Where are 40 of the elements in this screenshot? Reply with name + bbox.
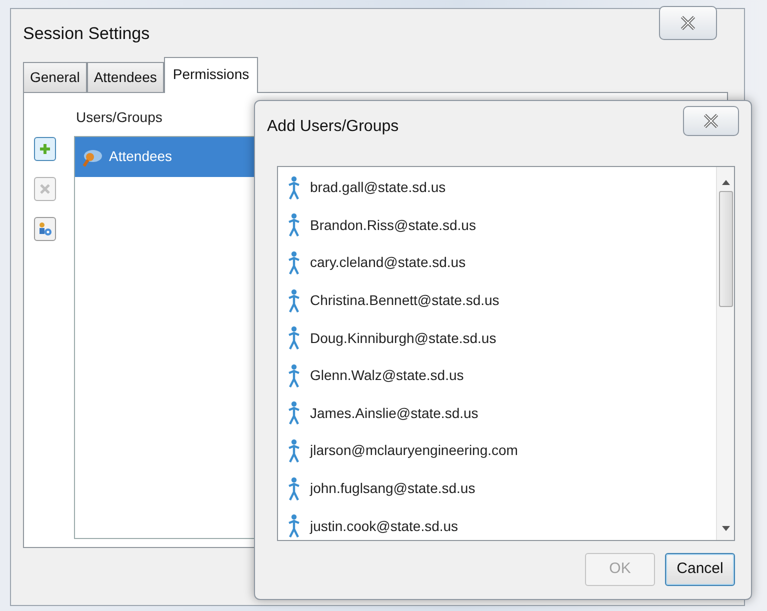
people-gear-icon <box>37 220 53 236</box>
person-icon <box>288 213 300 238</box>
user-item[interactable]: Brandon.Riss@state.sd.us <box>284 206 716 244</box>
properties-button[interactable] <box>34 216 56 240</box>
person-icon <box>288 364 300 388</box>
plus-icon <box>39 142 51 154</box>
window-title: Session Settings <box>23 23 150 45</box>
person-icon <box>288 250 300 275</box>
close-button[interactable] <box>659 6 717 40</box>
tab[interactable]: General <box>23 62 87 92</box>
close-button[interactable] <box>683 106 739 136</box>
user-item[interactable]: john.fuglsang@state.sd.us <box>284 470 716 508</box>
tab[interactable]: Permissions <box>164 56 258 92</box>
scrollbar[interactable] <box>716 167 734 540</box>
person-icon <box>288 514 300 538</box>
delete-x-icon <box>39 182 51 194</box>
user-item[interactable]: justin.cook@state.sd.us <box>284 507 716 540</box>
close-icon <box>703 114 719 128</box>
scroll-thumb[interactable] <box>718 191 732 307</box>
scroll-down-icon <box>722 526 730 532</box>
dialog-title: Add Users/Groups <box>267 117 399 137</box>
close-icon <box>680 16 696 30</box>
tab[interactable]: Attendees <box>86 62 164 92</box>
person-icon <box>288 438 300 463</box>
user-item[interactable]: jlarson@mclauryengineering.com <box>284 432 716 470</box>
dialog-button[interactable]: Cancel <box>665 553 735 586</box>
user-item[interactable]: cary.cleland@state.sd.us <box>284 244 716 282</box>
person-icon <box>288 176 300 200</box>
user-item[interactable]: brad.gall@state.sd.us <box>284 169 716 207</box>
add-button[interactable] <box>34 136 56 160</box>
user-item[interactable]: Doug.Kinniburgh@state.sd.us <box>284 319 716 357</box>
scroll-up-icon <box>722 179 730 185</box>
person-icon <box>288 476 300 501</box>
person-icon <box>288 401 300 426</box>
user-item[interactable]: James.Ainslie@state.sd.us <box>284 394 716 432</box>
person-icon <box>288 326 300 350</box>
list-heading: Users/Groups <box>76 108 162 127</box>
user-item[interactable]: Christina.Bennett@state.sd.us <box>284 282 716 320</box>
user-item[interactable]: Glenn.Walz@state.sd.us <box>284 356 716 395</box>
person-icon <box>288 288 300 313</box>
